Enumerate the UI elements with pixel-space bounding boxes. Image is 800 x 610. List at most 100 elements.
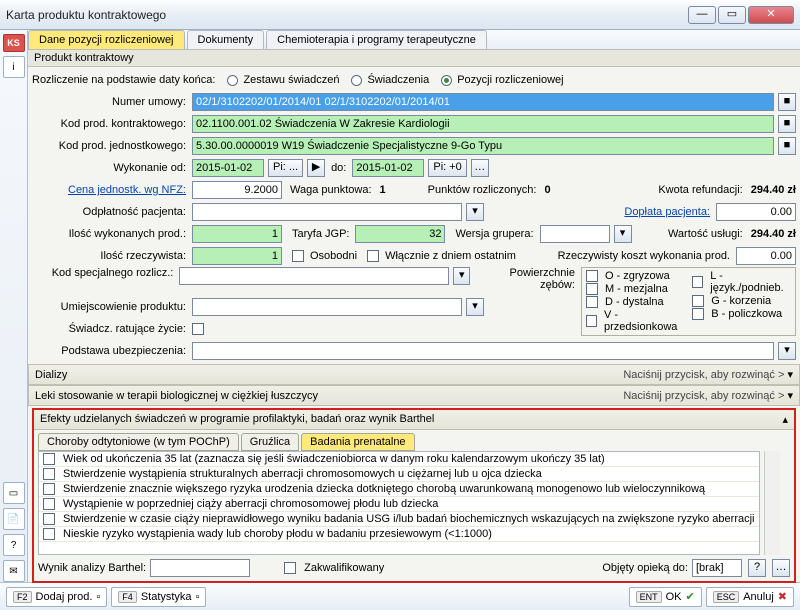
checklist-checkbox[interactable]	[43, 483, 55, 495]
field-barthel[interactable]	[150, 559, 250, 577]
field-objety-do[interactable]: [brak]	[692, 559, 742, 577]
maximize-button[interactable]: ▭	[718, 6, 746, 24]
cancel-button[interactable]: ESCAnuluj✖	[706, 587, 794, 607]
help-icon[interactable]: ?	[3, 534, 25, 556]
field-taryfa[interactable]: 32	[355, 225, 445, 243]
label-kod-spec: Kod specjalnego rozlicz.:	[32, 267, 177, 279]
subtab-gruzlica[interactable]: Gruźlica	[241, 433, 299, 451]
field-umiejsc[interactable]	[192, 298, 462, 316]
field-odplatnosc[interactable]	[192, 203, 462, 221]
pi-to-button[interactable]: Pi: +0	[428, 159, 466, 177]
tab-dokumenty[interactable]: Dokumenty	[187, 30, 265, 49]
efekty-section: Efekty udzielanych świadczeń w programie…	[32, 408, 796, 583]
radio-zestaw[interactable]	[227, 75, 238, 86]
field-doplata[interactable]: 0.00	[716, 203, 796, 221]
left-toolbar: KS i ▭ 📄 ? ✉	[0, 30, 28, 582]
checkbox-wlacznie[interactable]	[367, 250, 379, 262]
help-small-icon[interactable]: ?	[748, 559, 766, 577]
tab-chemioterapia[interactable]: Chemioterapia i programy terapeutyczne	[266, 30, 487, 49]
mail-icon[interactable]: ✉	[3, 560, 25, 582]
status-bar: F2Dodaj prod.▫ F4Statystyka▫ ENTOK✔ ESCA…	[0, 582, 800, 610]
f4-statystyka-button[interactable]: F4Statystyka▫	[111, 587, 206, 607]
dropdown-grupera-icon[interactable]: ▾	[614, 225, 632, 243]
checkbox-tooth-o[interactable]	[586, 270, 598, 282]
checkbox-swiad-rat[interactable]	[192, 323, 204, 335]
checklist-row: Nieskie ryzyko wystąpienia wady lub chor…	[39, 527, 759, 542]
checklist-checkbox[interactable]	[43, 513, 55, 525]
checklist-checkbox[interactable]	[43, 453, 55, 465]
label-kod-kontr: Kod prod. kontraktowego:	[32, 118, 190, 130]
field-kod-spec[interactable]	[179, 267, 449, 285]
scrollbar[interactable]	[764, 451, 780, 555]
checklist-text: Nieskie ryzyko wystąpienia wady lub chor…	[63, 528, 492, 540]
checklist-checkbox[interactable]	[43, 528, 55, 540]
field-date-from[interactable]: 2015-01-02	[192, 159, 264, 177]
checkbox-tooth-m[interactable]	[586, 283, 598, 295]
checklist-row: Wiek od ukończenia 35 lat (zaznacza się …	[39, 452, 759, 467]
check-icon: ✔	[685, 590, 694, 603]
checklist-text: Wystąpienie w poprzedniej ciąży aberracj…	[63, 498, 438, 510]
chevron-up-icon[interactable]: ▴	[782, 413, 788, 426]
label-cena-nfz[interactable]: Cena jednostk. wg NFZ:	[32, 184, 190, 196]
f2-dodaj-button[interactable]: F2Dodaj prod.▫	[6, 587, 107, 607]
checklist-checkbox[interactable]	[43, 468, 55, 480]
checkbox-tooth-l[interactable]	[692, 276, 703, 288]
dropdown-podstubez-icon[interactable]: ▾	[778, 342, 796, 360]
checklist-text: Stwierdzenie wystąpienia strukturalnych …	[63, 468, 542, 480]
doc-icon[interactable]: 📄	[3, 508, 25, 530]
field-ilosc-wyk[interactable]: 1	[192, 225, 282, 243]
field-ilosc-rz[interactable]: 1	[192, 247, 282, 265]
tooth-surfaces-group: O - zgryzowa M - mezjalna D - dystalna V…	[581, 267, 796, 336]
checklist-row: Stwierdzenie wystąpienia strukturalnych …	[39, 467, 759, 482]
checklist-text: Stwierdzenie w czasie ciąży nieprawidłow…	[63, 513, 755, 525]
info-icon[interactable]: i	[3, 56, 25, 78]
checkbox-tooth-g[interactable]	[692, 295, 704, 307]
ok-button[interactable]: ENTOK✔	[629, 587, 702, 607]
tool-icon[interactable]: ▭	[3, 482, 25, 504]
section-produkt-kontraktowy: Produkt kontraktowy	[28, 50, 800, 67]
ellipsis-button[interactable]: …	[471, 159, 489, 177]
lookup-jedn-icon[interactable]: ■	[778, 137, 796, 155]
dropdown-odplatnosc-icon[interactable]: ▾	[466, 203, 484, 221]
minimize-button[interactable]: —	[688, 6, 716, 24]
label-umowa: Numer umowy:	[32, 96, 190, 108]
settlement-label: Rozliczenie na podstawie daty końca:	[32, 74, 215, 86]
collapse-dializy[interactable]: Dializy Naciśnij przycisk, aby rozwinąć …	[28, 364, 800, 385]
field-wersja-grupera[interactable]	[540, 225, 610, 243]
add-icon: ▫	[96, 591, 100, 603]
label-doplata[interactable]: Dopłata pacjenta:	[624, 206, 714, 218]
checkbox-tooth-b[interactable]	[692, 308, 704, 320]
field-umowa[interactable]: 02/1/3102202/01/2014/01 02/1/3102202/01/…	[192, 93, 774, 111]
field-cena-nfz: 9.2000	[192, 181, 282, 199]
label-barthel: Wynik analizy Barthel:	[38, 562, 146, 574]
checkbox-tooth-v[interactable]	[586, 315, 597, 327]
lookup-kontr-icon[interactable]: ■	[778, 115, 796, 133]
label-wykonanie: Wykonanie od:	[32, 162, 190, 174]
subtab-badania-prenatalne[interactable]: Badania prenatalne	[301, 433, 414, 451]
close-button[interactable]: ✕	[748, 6, 794, 24]
dropdown-umiejsc-icon[interactable]: ▾	[466, 298, 484, 316]
field-kod-jedn[interactable]: 5.30.00.0000019 W19 Świadczenie Specjali…	[192, 137, 774, 155]
app-logo-icon: KS	[3, 34, 25, 52]
checklist: Wiek od ukończenia 35 lat (zaznacza się …	[38, 451, 760, 555]
checkbox-zakwalifikowany[interactable]	[284, 562, 296, 574]
field-kod-kontr[interactable]: 02.1100.001.02 Świadczenia W Zakresie Ka…	[192, 115, 774, 133]
ellipsis-small-button[interactable]: …	[772, 559, 790, 577]
collapse-leki[interactable]: Leki stosowanie w terapii biologicznej w…	[28, 385, 800, 406]
lookup-umowa-icon[interactable]: ■	[778, 93, 796, 111]
tab-dane-pozycji[interactable]: Dane pozycji rozliczeniowej	[28, 30, 185, 49]
subtab-choroby[interactable]: Choroby odtytoniowe (w tym POChP)	[38, 433, 239, 451]
cancel-icon: ✖	[778, 590, 787, 603]
play-icon[interactable]: ▶	[307, 159, 325, 177]
checklist-checkbox[interactable]	[43, 498, 55, 510]
checkbox-osobodni[interactable]	[292, 250, 304, 262]
field-podst-ubez[interactable]	[192, 342, 774, 360]
radio-swiadczenie[interactable]	[351, 75, 362, 86]
pi-from-button[interactable]: Pi: ...	[268, 159, 303, 177]
radio-pozycja[interactable]	[441, 75, 452, 86]
field-date-to[interactable]: 2015-01-02	[352, 159, 424, 177]
checkbox-tooth-d[interactable]	[586, 296, 598, 308]
field-rzecz-koszt[interactable]: 0.00	[736, 247, 796, 265]
dropdown-kodspec-icon[interactable]: ▾	[453, 267, 470, 285]
label-kod-jedn: Kod prod. jednostkowego:	[32, 140, 190, 152]
